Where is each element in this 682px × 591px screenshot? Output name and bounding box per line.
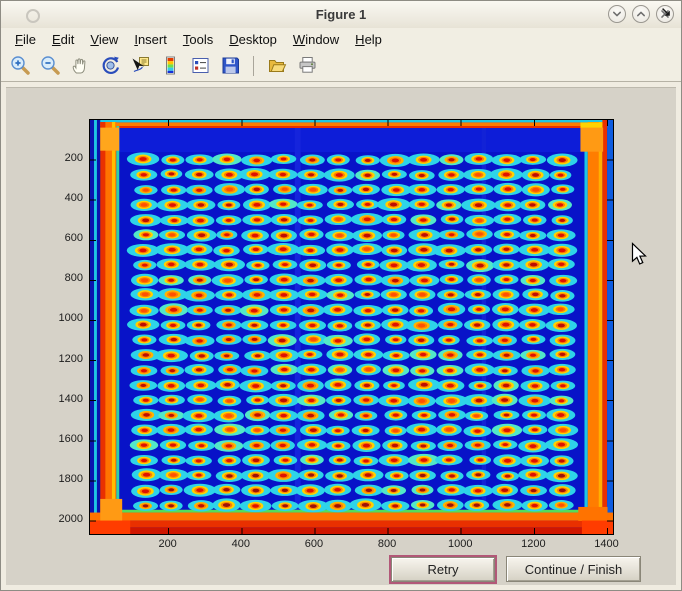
rotate-3d-button[interactable] (99, 55, 121, 77)
menu-window[interactable]: Window (293, 32, 339, 47)
title-bar[interactable]: Figure 1 (1, 1, 681, 29)
figure-window: Figure 1 File Edit View Insert Tools Desktop W… (0, 0, 682, 591)
axis-ticks (90, 120, 613, 534)
menu-edit[interactable]: Edit (52, 32, 74, 47)
y-tick-label: 1400 (35, 393, 83, 405)
colorbar-icon (160, 55, 181, 76)
y-tick-label: 800 (35, 272, 83, 284)
y-tick-label: 1600 (35, 433, 83, 445)
y-tick-label: 1200 (35, 353, 83, 365)
x-tick-label: 200 (158, 538, 176, 550)
menu-tools[interactable]: Tools (183, 32, 213, 47)
menu-desktop[interactable]: Desktop (229, 32, 277, 47)
y-tick-label: 400 (35, 192, 83, 204)
data-cursor-button[interactable] (129, 55, 151, 77)
y-tick-label: 200 (35, 152, 83, 164)
maximize-button[interactable] (632, 5, 650, 23)
toolbar-separator (253, 56, 254, 76)
rotate-3d-icon (100, 55, 121, 76)
minimize-button[interactable] (608, 5, 626, 23)
menu-help[interactable]: Help (355, 32, 382, 47)
print-icon (297, 55, 318, 76)
pan-button[interactable] (69, 55, 91, 77)
x-tick-label: 1400 (594, 538, 618, 550)
menu-overflow-arrow-icon[interactable] (660, 6, 672, 18)
plot-axes (89, 119, 614, 535)
save-button[interactable] (219, 55, 241, 77)
menu-file[interactable]: File (15, 32, 36, 47)
y-tick-label: 2000 (35, 513, 83, 525)
y-tick-label: 1000 (35, 312, 83, 324)
open-folder-button[interactable] (266, 55, 288, 77)
continue-finish-button[interactable]: Continue / Finish (506, 556, 641, 582)
figure-toolbar (1, 50, 681, 82)
print-button[interactable] (296, 55, 318, 77)
menu-insert[interactable]: Insert (134, 32, 167, 47)
legend-icon (190, 55, 211, 76)
zoom-out-button[interactable] (39, 55, 61, 77)
retry-button-highlight: Retry (389, 555, 497, 584)
legend-button[interactable] (189, 55, 211, 77)
open-folder-icon (267, 55, 288, 76)
colorbar-button[interactable] (159, 55, 181, 77)
x-tick-label: 1000 (448, 538, 472, 550)
zoom-in-icon (10, 55, 31, 76)
chevron-down-icon (609, 6, 625, 22)
pan-icon (70, 55, 91, 76)
x-tick-label: 1200 (521, 538, 545, 550)
zoom-in-button[interactable] (9, 55, 31, 77)
window-title: Figure 1 (1, 7, 681, 22)
x-tick-label: 400 (232, 538, 250, 550)
menu-view[interactable]: View (90, 32, 118, 47)
x-tick-label: 600 (305, 538, 323, 550)
y-tick-label: 1800 (35, 473, 83, 485)
y-tick-label: 600 (35, 232, 83, 244)
chevron-up-icon (633, 6, 649, 22)
x-tick-label: 800 (378, 538, 396, 550)
menu-bar: File Edit View Insert Tools Desktop Window Help (1, 28, 681, 50)
zoom-out-icon (40, 55, 61, 76)
retry-button[interactable]: Retry (391, 557, 495, 582)
data-cursor-icon (130, 55, 151, 76)
save-icon (220, 55, 241, 76)
